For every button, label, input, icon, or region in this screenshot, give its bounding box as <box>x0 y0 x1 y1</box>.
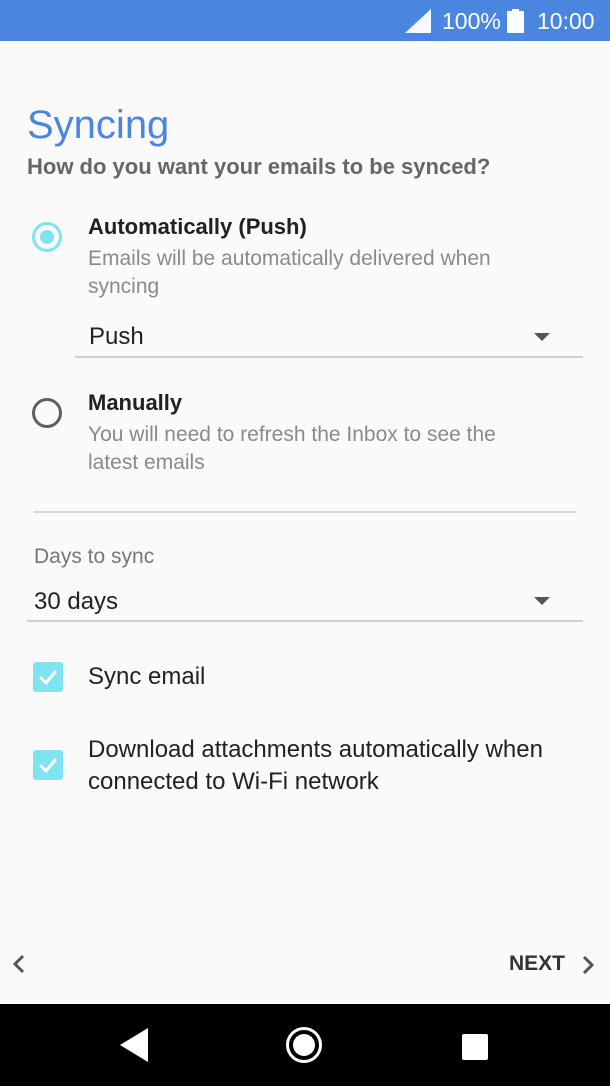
sync-email-label[interactable]: Sync email <box>88 661 205 693</box>
page-title: Syncing <box>27 103 170 147</box>
status-bar: 100% 10:00 <box>0 0 610 41</box>
download-attachments-checkbox[interactable] <box>33 750 63 780</box>
signal-icon <box>405 9 431 33</box>
option-manually-description: You will need to refresh the Inbox to se… <box>88 423 496 474</box>
days-to-sync-dropdown[interactable]: 30 days <box>27 581 583 622</box>
checkmark-icon <box>38 758 58 774</box>
page-subtitle: How do you want your emails to be synced… <box>27 154 491 179</box>
option-automatically-description: Emails will be automatically delivered w… <box>88 247 491 298</box>
nav-home-icon[interactable] <box>286 1027 322 1063</box>
clock: 10:00 <box>537 8 595 34</box>
push-dropdown[interactable]: Push <box>75 316 583 358</box>
system-navigation-bar <box>0 1004 610 1086</box>
next-button-label: NEXT <box>509 952 566 975</box>
battery-icon <box>507 9 524 33</box>
push-dropdown-value: Push <box>89 323 144 350</box>
download-attachments-label[interactable]: Download attachments automatically when … <box>88 734 558 798</box>
nav-recent-apps-icon[interactable] <box>462 1034 488 1060</box>
checkmark-icon <box>38 670 58 686</box>
back-chevron-icon[interactable] <box>10 953 30 975</box>
dropdown-arrow-icon <box>534 333 550 341</box>
battery-percentage: 100% <box>442 8 501 34</box>
next-button[interactable]: NEXT <box>509 952 595 978</box>
dropdown-arrow-icon <box>534 597 550 605</box>
nav-back-icon[interactable] <box>120 1028 150 1062</box>
option-manually-title[interactable]: Manually <box>88 390 182 416</box>
days-to-sync-label: Days to sync <box>34 545 155 568</box>
days-to-sync-value: 30 days <box>34 588 119 615</box>
section-divider <box>34 511 576 513</box>
chevron-right-icon <box>582 955 595 975</box>
option-automatically-title[interactable]: Automatically (Push) <box>88 214 307 240</box>
sync-email-checkbox[interactable] <box>33 662 63 692</box>
radio-automatically-push[interactable] <box>32 222 62 252</box>
radio-manually[interactable] <box>32 398 62 428</box>
